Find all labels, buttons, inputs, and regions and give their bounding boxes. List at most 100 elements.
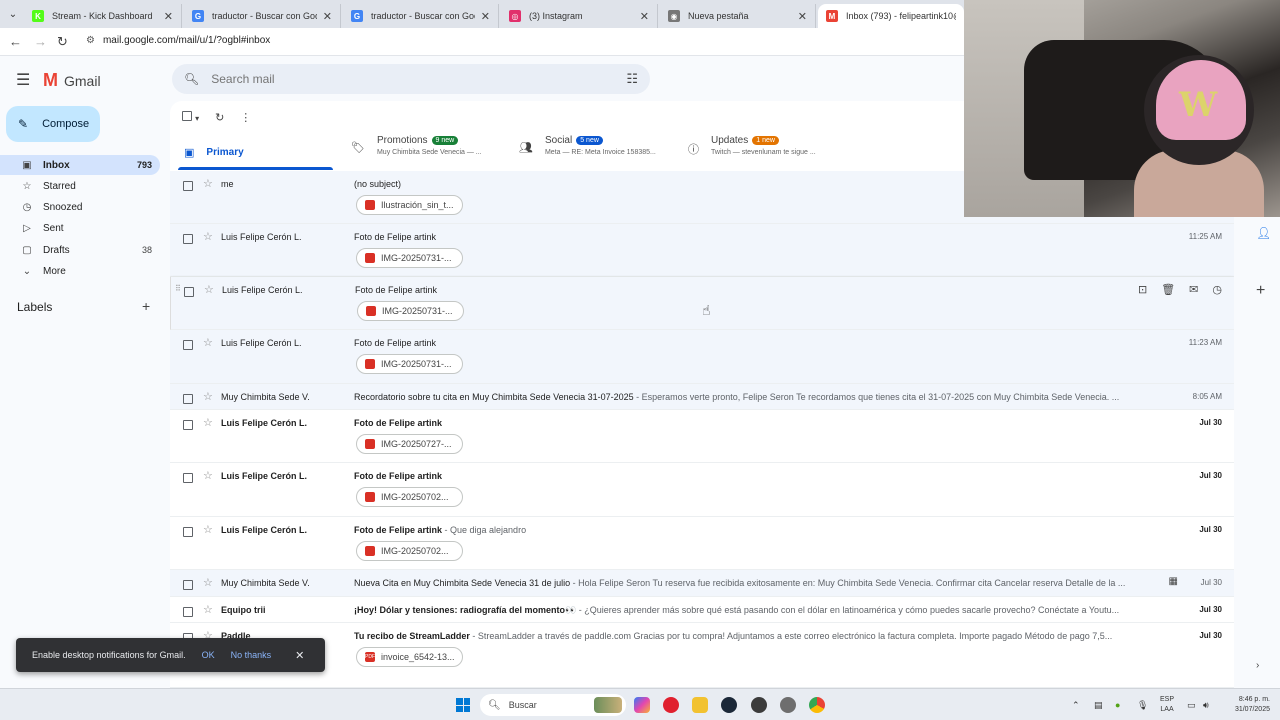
attachment-chip[interactable]: IMG-20250702... <box>356 541 463 561</box>
row-checkbox[interactable] <box>184 286 194 300</box>
sidebar-item-sent[interactable]: ▷ Sent <box>0 218 160 238</box>
chrome-icon[interactable] <box>809 697 825 713</box>
row-checkbox[interactable] <box>183 472 193 486</box>
close-tab-icon[interactable]: ✕ <box>640 10 649 23</box>
delete-icon[interactable]: 🗑︎ <box>1161 283 1175 296</box>
archive-icon[interactable]: ⊡ <box>1138 283 1147 296</box>
drag-handle-icon[interactable]: ⠿ <box>175 284 181 293</box>
sidebar-item-inbox[interactable]: ▣ Inbox 793 <box>0 155 160 175</box>
widget-landscape-icon[interactable] <box>594 697 622 713</box>
obs-icon[interactable] <box>780 697 796 713</box>
windows-start-icon[interactable] <box>456 698 470 712</box>
browser-tab-0[interactable]: K Stream - Kick Dashboard ✕ <box>24 4 182 28</box>
close-icon[interactable]: ✕ <box>295 649 304 662</box>
browser-tab-5[interactable]: M Inbox (793) - felipeartink10@g <box>818 4 964 28</box>
star-icon[interactable]: ☆ <box>203 603 213 616</box>
star-icon[interactable]: ☆ <box>203 576 213 589</box>
toast-ok-button[interactable]: OK <box>202 650 215 660</box>
star-icon[interactable]: ☆ <box>203 230 213 243</box>
attachment-chip[interactable]: IMG-20250702... <box>356 487 463 507</box>
file-explorer-icon[interactable] <box>692 697 708 713</box>
email-row[interactable]: ☆ Paddle Tu recibo de StreamLadder - Strea… <box>170 623 1234 688</box>
close-tab-icon[interactable]: ✕ <box>481 10 490 23</box>
close-tab-icon[interactable]: ✕ <box>164 10 173 23</box>
attachment-chip[interactable]: IMG-20250731-... <box>356 354 463 374</box>
tab-promotions[interactable]: 🏷︎ Promotions 9 new Muy Chimbita Sede Ven… <box>351 135 482 169</box>
search-input[interactable] <box>211 72 627 86</box>
star-icon[interactable]: ☆ <box>203 336 213 349</box>
browser-tab-3[interactable]: ◎ (3) Instagram ✕ <box>501 4 658 28</box>
language-indicator[interactable]: ESP LAA <box>1160 695 1174 715</box>
refresh-icon[interactable]: ↻ <box>215 111 224 124</box>
copilot-icon[interactable] <box>634 697 650 713</box>
attachment-chip[interactable]: PDF invoice_6542-13... <box>356 647 463 667</box>
sidebar-item-more[interactable]: ⌄ More <box>0 261 160 281</box>
star-icon[interactable]: ☆ <box>204 283 214 296</box>
row-checkbox[interactable] <box>183 419 193 433</box>
sidebar-item-starred[interactable]: ☆ Starred <box>0 176 160 196</box>
game-app-icon[interactable] <box>751 697 767 713</box>
reload-icon[interactable]: ↻ <box>57 34 68 50</box>
more-options-icon[interactable]: ⋮ <box>240 111 251 124</box>
browser-tab-1[interactable]: Gtraductor - Buscar con Google ✕ <box>184 4 341 28</box>
microphone-icon[interactable]: 🎙︎ <box>1137 689 1148 720</box>
close-tab-icon[interactable]: ✕ <box>798 10 807 23</box>
tray-kick-icon[interactable]: ● <box>1115 689 1120 720</box>
email-row[interactable]: ☆ Luis Felipe Cerón L. Foto de Felipe arti… <box>170 463 1234 517</box>
row-checkbox[interactable] <box>183 526 193 540</box>
tray-chevron-up-icon[interactable]: ⌃ <box>1072 689 1080 720</box>
attachment-chip[interactable]: IMG-20250731-... <box>356 248 463 268</box>
tab-updates[interactable]: ⓘ Updates 1 new Twitch — stevenlunam te s… <box>688 135 816 169</box>
sidebar-item-drafts[interactable]: ▢ Drafts 38 <box>0 240 160 260</box>
expand-panel-icon[interactable]: › <box>1256 660 1259 671</box>
tab-social[interactable]: 👥︎ Social 5 new Meta — RE: Meta Invoice 1… <box>519 135 656 169</box>
main-menu-icon[interactable]: ☰ <box>16 70 30 90</box>
search-options-icon[interactable]: ☷ <box>626 71 638 87</box>
tab-primary[interactable]: ▣ Primary <box>184 135 244 169</box>
star-icon[interactable]: ☆ <box>203 390 213 403</box>
toast-no-thanks-button[interactable]: No thanks <box>231 650 272 660</box>
email-row[interactable]: ☆ Luis Felipe Cerón L. Foto de Felipe arti… <box>170 224 1234 277</box>
attachment-chip[interactable]: IMG-20250731-... <box>357 301 464 321</box>
email-row[interactable]: ☆ Muy Chimbita Sede V. Recordatorio sobre … <box>170 384 1234 410</box>
mark-unread-icon[interactable]: ✉︎ <box>1189 283 1198 296</box>
snooze-icon[interactable]: ◷ <box>1212 283 1222 296</box>
attachment-chip[interactable]: IMG-20250727-... <box>356 434 463 454</box>
attachment-chip[interactable]: Ilustración_sin_t... <box>356 195 463 215</box>
close-tab-icon[interactable]: ✕ <box>323 10 332 23</box>
site-settings-icon[interactable]: ⚙ <box>86 35 95 46</box>
row-checkbox[interactable] <box>183 393 193 407</box>
email-row[interactable]: ☆ Luis Felipe Cerón L. Foto de Felipe arti… <box>170 330 1234 384</box>
row-checkbox[interactable] <box>183 579 193 593</box>
steam-icon[interactable] <box>721 697 737 713</box>
clock[interactable]: 8:46 p. m. 31/07/2025 <box>1226 695 1270 715</box>
row-checkbox[interactable] <box>183 233 193 247</box>
row-checkbox[interactable] <box>183 606 193 620</box>
star-icon[interactable]: ☆ <box>203 523 213 536</box>
row-checkbox[interactable] <box>183 180 193 194</box>
tray-app-icon[interactable]: ▤ <box>1094 689 1103 720</box>
email-row[interactable]: ☆ Muy Chimbita Sede V. Nueva Cita en Muy C… <box>170 570 1234 597</box>
star-icon[interactable]: ☆ <box>203 469 213 482</box>
network-icon[interactable]: ▭ <box>1187 689 1196 720</box>
volume-icon[interactable]: 🔊︎ <box>1203 689 1209 720</box>
browser-tab-4[interactable]: ◉ Nueva pestaña ✕ <box>660 4 816 28</box>
sidebar-item-snoozed[interactable]: ◷ Snoozed <box>0 197 160 217</box>
search-icon[interactable]: 🔍︎ <box>184 72 199 86</box>
url-field[interactable]: ⚙ mail.google.com/mail/u/1/?ogbl#inbox <box>86 35 270 46</box>
browser-tab-2[interactable]: Gtraductor - Buscar con Google ✕ <box>343 4 499 28</box>
add-addon-icon[interactable]: + <box>1256 282 1265 300</box>
add-label-icon[interactable]: + <box>142 298 150 314</box>
tab-search-chevron-icon[interactable]: ⌄ <box>4 5 22 23</box>
star-icon[interactable]: ☆ <box>203 177 213 190</box>
contacts-icon[interactable]: 👤︎ <box>1256 226 1271 240</box>
forward-arrow-icon[interactable]: → <box>34 34 47 49</box>
compose-button[interactable]: ✎ Compose <box>6 106 100 142</box>
calendar-icon[interactable]: ▦ <box>1169 576 1178 587</box>
back-arrow-icon[interactable]: ← <box>9 34 22 49</box>
star-icon[interactable]: ☆ <box>203 416 213 429</box>
email-row[interactable]: ☆ Equipo trii ¡Hoy! Dólar y tensiones: rad… <box>170 597 1234 623</box>
email-row[interactable]: ☆ Luis Felipe Cerón L. Foto de Felipe arti… <box>170 517 1234 570</box>
email-row[interactable]: ☆ Luis Felipe Cerón L. Foto de Felipe arti… <box>170 410 1234 463</box>
select-all-checkbox[interactable]: ▾ <box>182 111 199 124</box>
